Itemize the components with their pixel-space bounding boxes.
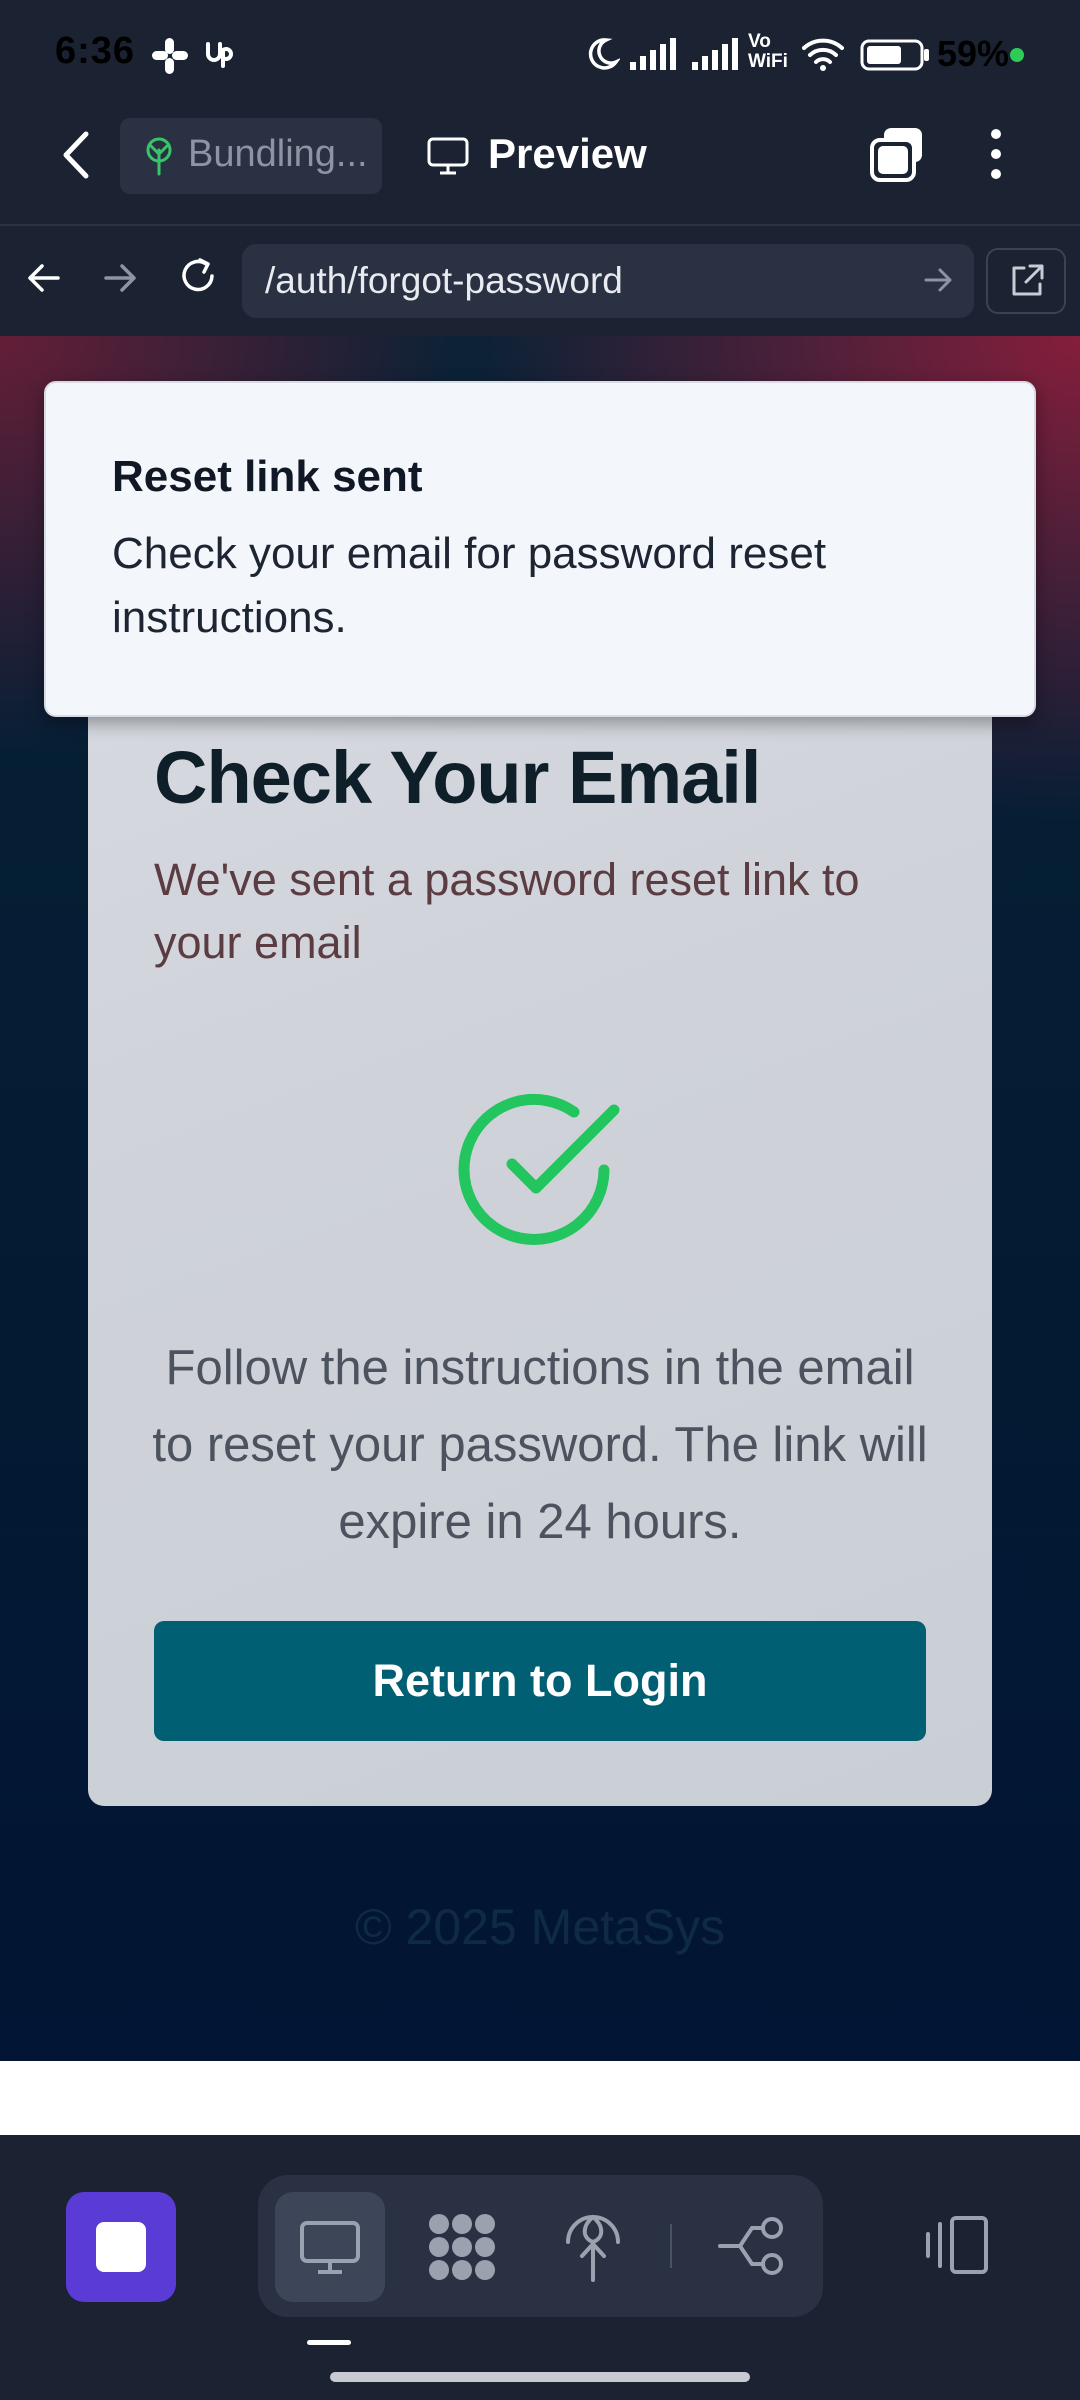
- view-switcher-divider: [670, 2224, 672, 2268]
- apps-icon[interactable]: [425, 2210, 499, 2284]
- battery-icon: [860, 39, 929, 71]
- check-circle-icon: [458, 1093, 620, 1245]
- browser-forward-icon[interactable]: [100, 258, 140, 298]
- device-rotate-icon[interactable]: [922, 2212, 992, 2278]
- desktop-icon: [300, 2221, 360, 2274]
- battery-percent: 59%: [937, 33, 1010, 74]
- toast-message: Check your email for password reset inst…: [112, 529, 827, 642]
- vowifi-label: Vo WiFi: [748, 31, 788, 72]
- card-instructions: Follow the instructions in the email to …: [152, 1341, 928, 1549]
- go-arrow-icon[interactable]: [922, 264, 954, 296]
- card-subtitle: We've sent a password reset link to your…: [154, 854, 860, 968]
- signal-icon-2: [692, 38, 738, 70]
- windows-icon[interactable]: [868, 124, 928, 184]
- external-link-icon: [1012, 264, 1044, 296]
- slack-icon: [152, 38, 188, 74]
- browser-back-icon[interactable]: [24, 258, 64, 298]
- url-text: /auth/forgot-password: [265, 260, 623, 301]
- stop-icon: [96, 2222, 146, 2272]
- deploy-icon[interactable]: [560, 2208, 626, 2282]
- card-title: Check Your Email: [154, 736, 761, 819]
- toast-title: Reset link sent: [112, 452, 423, 501]
- flow-icon[interactable]: [718, 2212, 786, 2280]
- bundling-tab-label: Bundling...: [188, 133, 368, 175]
- desktop-icon: [427, 137, 469, 175]
- upwork-icon: [206, 42, 233, 68]
- reload-icon[interactable]: [176, 254, 220, 298]
- battery-status-dot: [1010, 48, 1024, 62]
- more-options-icon[interactable]: [982, 126, 1010, 186]
- status-time: 6:36: [55, 30, 136, 72]
- footer-copyright: © 2025 MetaSys: [354, 1899, 726, 1955]
- deploy-tree-icon: [146, 137, 172, 176]
- return-to-login-button[interactable]: Return to Login: [154, 1621, 926, 1741]
- back-arrow-icon[interactable]: [58, 130, 94, 180]
- wifi-icon: [802, 38, 844, 71]
- signal-icon: [630, 38, 676, 70]
- gesture-home-bar[interactable]: [330, 2372, 750, 2382]
- preview-title: Preview: [488, 130, 647, 177]
- active-indicator: [307, 2340, 351, 2345]
- viewport-bottom-gap: [0, 2061, 1080, 2135]
- moon-icon: [588, 38, 620, 70]
